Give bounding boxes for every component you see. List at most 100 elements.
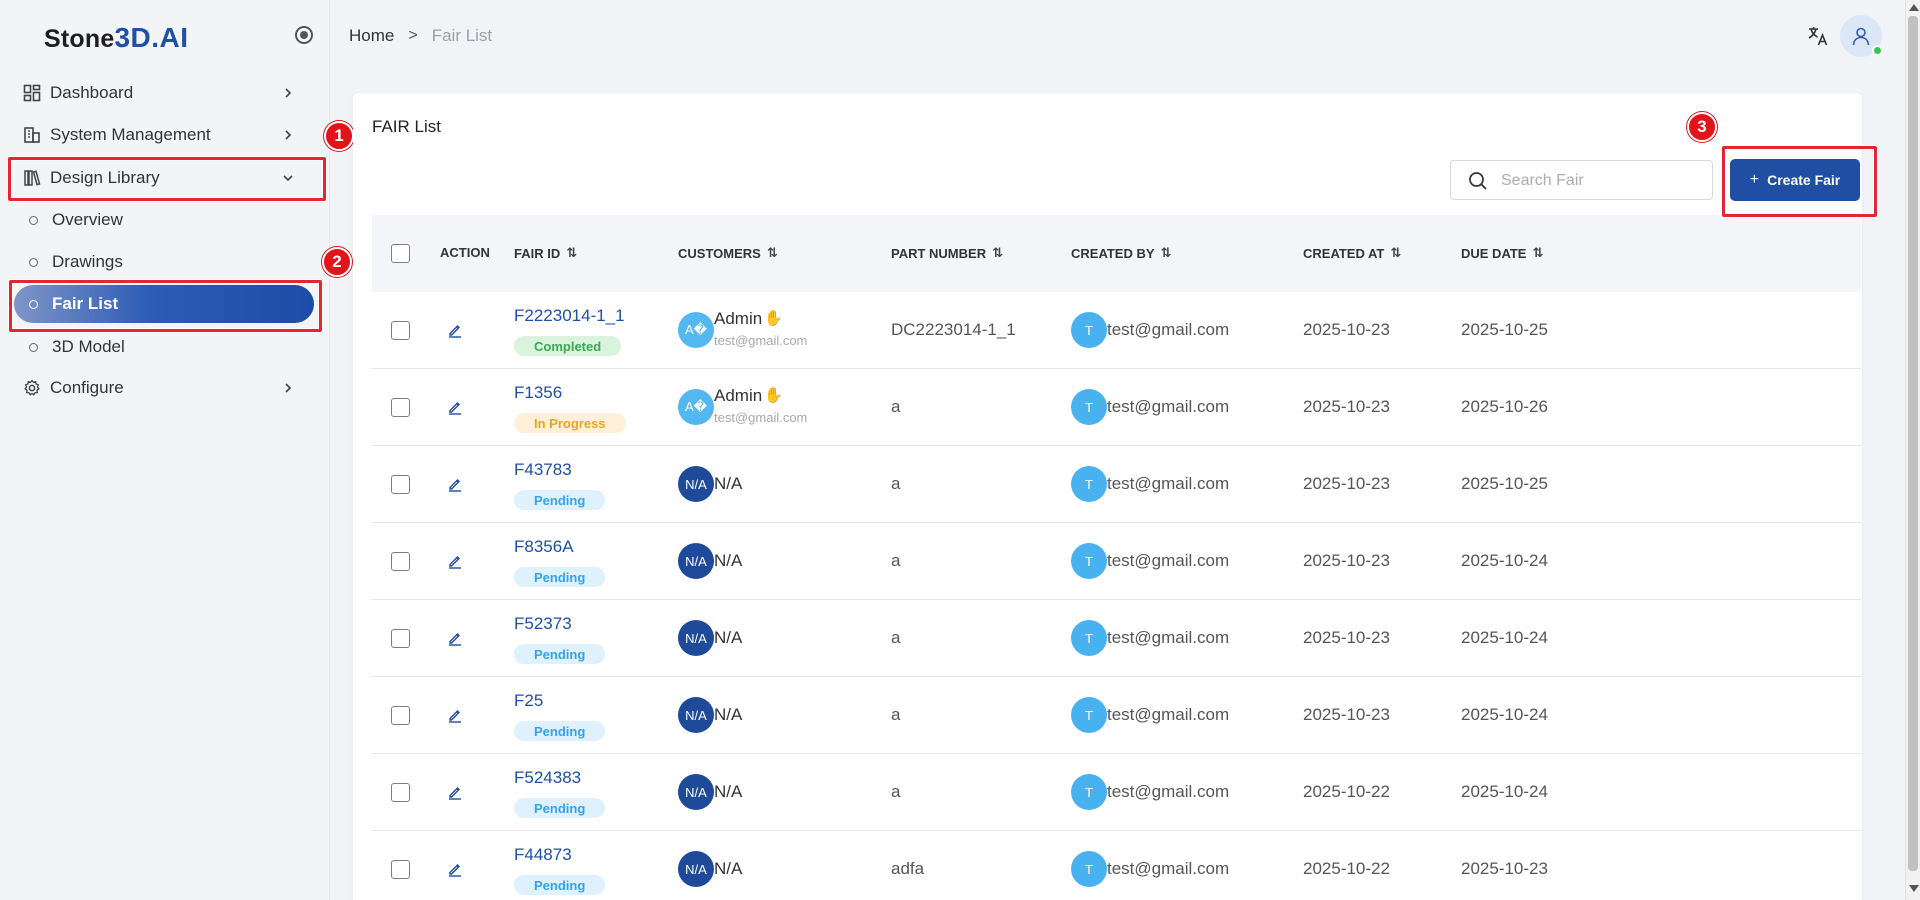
created-by: test@gmail.com xyxy=(1107,320,1230,339)
status-badge: Pending xyxy=(514,490,606,510)
create-fair-button[interactable]: + Create Fair xyxy=(1730,159,1860,201)
sidebar-subitem-drawings[interactable]: Drawings xyxy=(0,242,320,282)
edit-icon[interactable] xyxy=(447,784,463,800)
edit-icon[interactable] xyxy=(447,630,463,646)
user-avatar[interactable] xyxy=(1840,15,1883,57)
header-customers[interactable]: CUSTOMERS ⇅ xyxy=(678,245,778,261)
user-icon xyxy=(1852,27,1870,46)
chevron-right-icon xyxy=(280,85,296,101)
select-all-checkbox[interactable] xyxy=(391,244,410,263)
edit-icon[interactable] xyxy=(447,553,463,569)
gear-icon xyxy=(22,378,42,398)
sidebar-subitem-3d-model[interactable]: 3D Model xyxy=(0,327,320,367)
scroll-thumb[interactable] xyxy=(1908,16,1918,871)
sidebar-subitem-label: Fair List xyxy=(52,294,119,313)
sort-icon[interactable]: ⇅ xyxy=(992,245,1003,261)
sidebar-item-label: Design Library xyxy=(50,168,160,187)
table-body: F2223014-1_1 Completed A� Admin ✋ test@gmail.… xyxy=(372,292,1861,900)
translate-icon[interactable] xyxy=(1806,24,1830,48)
fair-id-link[interactable]: F524383 xyxy=(514,768,581,788)
status-badge: Pending xyxy=(514,721,606,741)
sidebar-pin-icon[interactable] xyxy=(295,26,313,44)
chevron-right-icon xyxy=(280,380,296,396)
sidebar-item-label: Dashboard xyxy=(50,83,134,102)
sidebar-subitem-label: Drawings xyxy=(52,252,123,271)
creator-avatar: T xyxy=(1071,312,1107,348)
customer-avatar: N/A xyxy=(678,851,714,887)
sort-icon[interactable]: ⇅ xyxy=(1161,245,1172,261)
sidebar-item-system-management[interactable]: System Management xyxy=(0,115,320,155)
page-scrollbar[interactable] xyxy=(1905,0,1920,900)
header-action: ACTION xyxy=(440,245,490,260)
sidebar-subitem-overview[interactable]: Overview xyxy=(0,200,320,240)
breadcrumb: Home > Fair List xyxy=(349,26,492,46)
sidebar-subitem-label: Overview xyxy=(52,210,123,229)
edit-icon[interactable] xyxy=(447,322,463,338)
creator-avatar: T xyxy=(1071,851,1107,887)
sort-icon[interactable]: ⇅ xyxy=(566,245,577,261)
customer-name: N/A xyxy=(714,705,743,724)
header-created-by[interactable]: CREATED BY ⇅ xyxy=(1071,245,1171,261)
sidebar-subitem-fair-list[interactable]: Fair List xyxy=(14,285,314,323)
header-due-date[interactable]: DUE DATE ⇅ xyxy=(1461,245,1543,261)
created-at: 2025-10-23 xyxy=(1303,397,1390,416)
table-row: F52373 Pending N/A N/A a Ttest@gmail.com 2025-… xyxy=(372,600,1861,677)
building-icon xyxy=(22,125,42,145)
row-checkbox[interactable] xyxy=(391,321,410,340)
edit-icon[interactable] xyxy=(447,399,463,415)
sidebar-item-configure[interactable]: Configure xyxy=(0,368,320,408)
circle-icon xyxy=(29,215,38,225)
created-by: test@gmail.com xyxy=(1107,782,1230,801)
step-marker-1: 1 xyxy=(324,121,354,151)
sort-icon[interactable]: ⇅ xyxy=(767,245,778,261)
fair-id-link[interactable]: F43783 xyxy=(514,460,572,480)
hand-icon: ✋ xyxy=(764,387,783,404)
row-checkbox[interactable] xyxy=(391,552,410,571)
header-fair-id[interactable]: FAIR ID ⇅ xyxy=(514,245,577,261)
customer-avatar: N/A xyxy=(678,620,714,656)
creator-avatar: T xyxy=(1071,389,1107,425)
edit-icon[interactable] xyxy=(447,707,463,723)
scroll-down-icon[interactable] xyxy=(1909,885,1919,892)
part-number: a xyxy=(891,397,901,416)
customer-email: test@gmail.com xyxy=(714,410,808,425)
fair-table: ACTION FAIR ID ⇅ CUSTOMERS ⇅ PART NUMBER ⇅ … xyxy=(372,215,1861,900)
app-logo[interactable]: Stone3D.AI xyxy=(44,22,189,54)
fair-id-link[interactable]: F25 xyxy=(514,691,543,711)
customer-avatar: A� xyxy=(678,312,714,348)
table-row: F44873 Pending N/A N/A adfa Ttest@gmail.com 20… xyxy=(372,831,1861,900)
search-box[interactable] xyxy=(1450,160,1713,200)
due-date: 2025-10-25 xyxy=(1461,474,1548,493)
created-by: test@gmail.com xyxy=(1107,859,1230,878)
search-input[interactable] xyxy=(1501,170,1701,192)
row-checkbox[interactable] xyxy=(391,475,410,494)
row-checkbox[interactable] xyxy=(391,629,410,648)
edit-icon[interactable] xyxy=(447,861,463,877)
creator-avatar: T xyxy=(1071,543,1107,579)
fair-id-link[interactable]: F1356 xyxy=(514,383,562,403)
row-checkbox[interactable] xyxy=(391,783,410,802)
fair-id-link[interactable]: F44873 xyxy=(514,845,572,865)
scroll-up-icon[interactable] xyxy=(1909,4,1919,11)
customer-avatar: A� xyxy=(678,389,714,425)
sort-icon[interactable]: ⇅ xyxy=(1390,245,1401,261)
created-at: 2025-10-23 xyxy=(1303,705,1390,724)
fair-id-link[interactable]: F52373 xyxy=(514,614,572,634)
row-checkbox[interactable] xyxy=(391,398,410,417)
sidebar-item-dashboard[interactable]: Dashboard xyxy=(0,73,320,113)
created-at: 2025-10-23 xyxy=(1303,474,1390,493)
row-checkbox[interactable] xyxy=(391,706,410,725)
part-number: a xyxy=(891,705,901,724)
breadcrumb-home[interactable]: Home xyxy=(349,26,394,46)
created-at: 2025-10-23 xyxy=(1303,551,1390,570)
due-date: 2025-10-24 xyxy=(1461,705,1548,724)
fair-id-link[interactable]: F2223014-1_1 xyxy=(514,306,625,326)
header-part-number[interactable]: PART NUMBER ⇅ xyxy=(891,245,1003,261)
sort-icon[interactable]: ⇅ xyxy=(1532,245,1543,261)
fair-id-link[interactable]: F8356A xyxy=(514,537,574,557)
part-number: a xyxy=(891,782,901,801)
header-created-at[interactable]: CREATED AT ⇅ xyxy=(1303,245,1401,261)
sidebar-item-design-library[interactable]: Design Library xyxy=(0,158,320,198)
edit-icon[interactable] xyxy=(447,476,463,492)
row-checkbox[interactable] xyxy=(391,860,410,879)
